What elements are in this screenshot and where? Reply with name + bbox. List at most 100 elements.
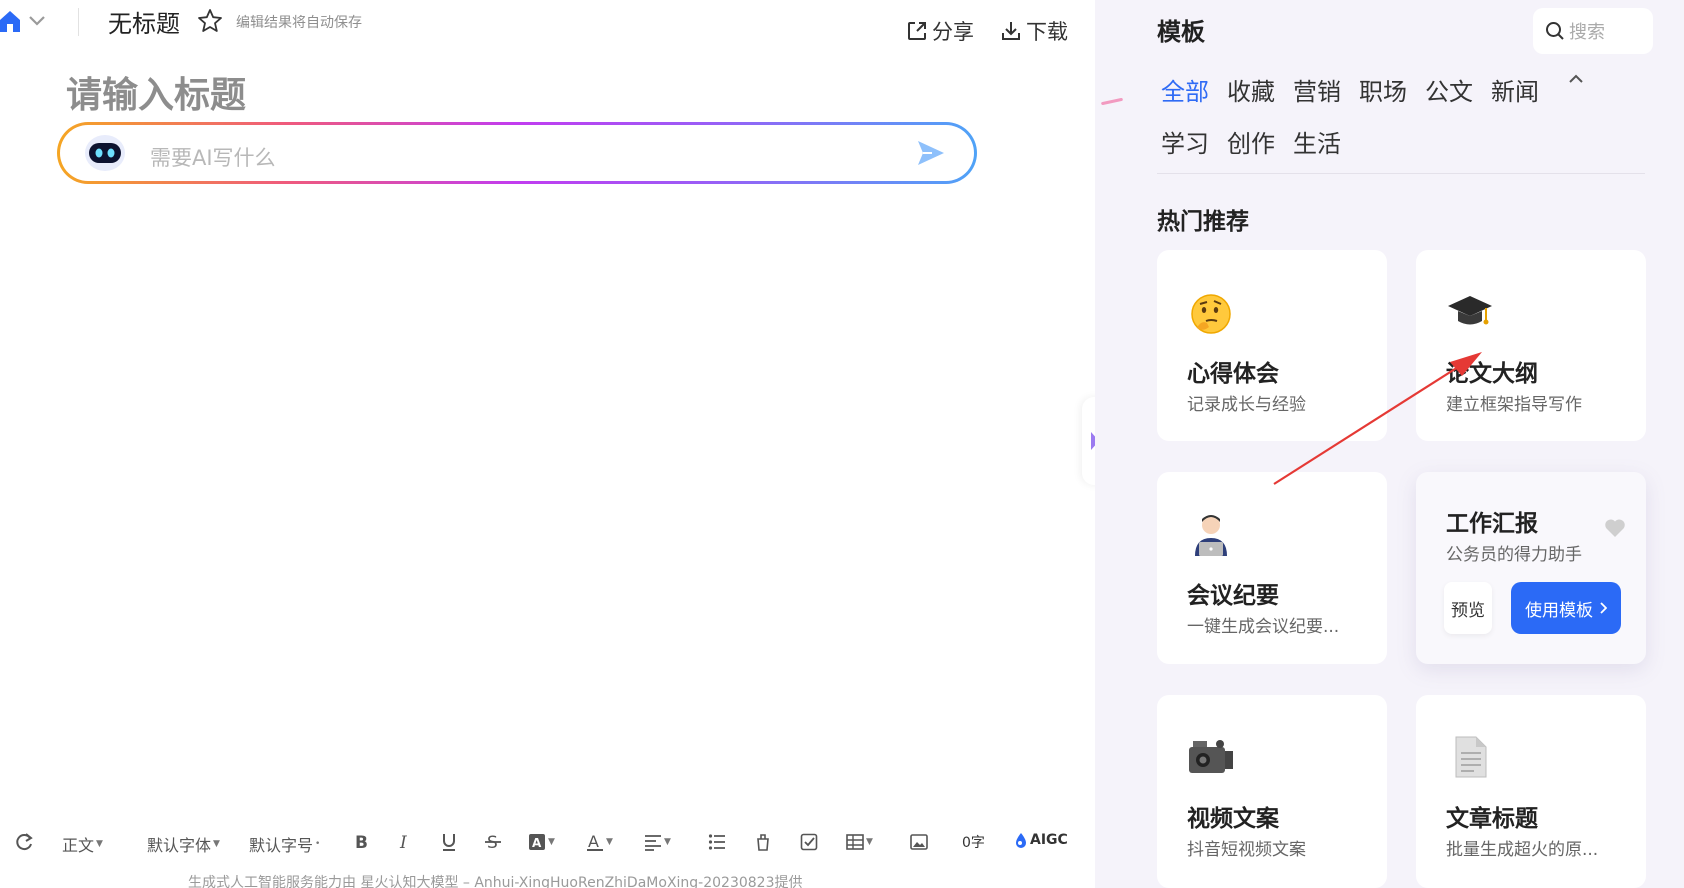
home-icon[interactable] (0, 10, 20, 32)
paragraph-style-label: 正文 (62, 836, 95, 855)
font-size-select[interactable]: 默认字号 • (249, 832, 320, 856)
bullet-list-button[interactable] (708, 832, 726, 852)
svg-text:B: B (355, 833, 368, 852)
italic-button[interactable]: I (396, 832, 414, 852)
card-desc: 批量生成超火的原... (1446, 840, 1599, 860)
tab-favorites[interactable]: 收藏 (1227, 72, 1275, 107)
tab-official-docs[interactable]: 公文 (1425, 72, 1473, 107)
svg-text:A: A (532, 836, 542, 850)
checkbox-icon (800, 833, 818, 851)
eraser-icon (757, 834, 769, 851)
document-name[interactable]: 无标题 (108, 4, 180, 39)
card-desc: 记录成长与经验 (1187, 395, 1306, 415)
bold-button[interactable]: B (352, 832, 370, 852)
table-icon (846, 834, 864, 850)
card-desc: 抖音短视频文案 (1187, 840, 1306, 860)
strikethrough-icon: S (485, 833, 501, 852)
template-card-work-report[interactable]: 工作汇报 公务员的得力助手 预览 使用模板 (1416, 472, 1646, 664)
chevron-right-icon (1600, 602, 1607, 614)
paragraph-style-select[interactable]: 正文 ▼ (62, 832, 103, 856)
caret-down-icon: • (315, 839, 321, 849)
ai-prompt-box[interactable]: 需要AI写什么 (57, 122, 977, 184)
aigc-icon (1016, 833, 1026, 848)
template-card-meeting-minutes[interactable]: 会议纪要 一键生成会议纪要... (1157, 472, 1387, 664)
aigc-badge[interactable]: AIGC (1014, 832, 1068, 848)
download-button[interactable]: 下载 (1000, 16, 1068, 46)
font-family-select[interactable]: 默认字体 ▼ (147, 832, 220, 856)
card-title: 工作汇报 (1446, 511, 1538, 537)
template-card-reflection[interactable]: 心得体会 记录成长与经验 (1157, 250, 1387, 441)
tab-workplace[interactable]: 职场 (1359, 72, 1407, 107)
panel-title: 模板 (1157, 18, 1205, 46)
use-template-label: 使用模板 (1525, 600, 1593, 621)
align-button[interactable]: ▼ (644, 832, 671, 852)
ai-prompt-placeholder: 需要AI写什么 (150, 146, 276, 170)
caret-down-icon: ▼ (664, 837, 671, 847)
template-card-video-script[interactable]: 视频文案 抖音短视频文案 (1157, 695, 1387, 888)
caret-down-icon: ▼ (548, 837, 555, 847)
send-icon[interactable] (916, 139, 946, 167)
redo-button[interactable] (14, 832, 34, 852)
tab-news[interactable]: 新闻 (1491, 72, 1539, 107)
topbar-divider (78, 8, 79, 36)
underline-icon (443, 834, 455, 851)
bold-icon: B (355, 833, 368, 852)
align-left-icon (645, 835, 661, 851)
caret-down-icon: ▼ (213, 839, 220, 849)
font-color-icon: A (587, 832, 603, 851)
caret-down-icon: ▼ (606, 837, 613, 847)
robot-icon (85, 135, 125, 171)
word-count: 0字 (962, 835, 985, 851)
section-title: 热门推荐 (1157, 209, 1249, 235)
tab-creation[interactable]: 创作 (1227, 124, 1275, 159)
download-icon (1002, 22, 1020, 40)
redo-icon (16, 833, 33, 851)
highlight-color-button[interactable]: A ▼ (528, 832, 555, 852)
card-desc: 一键生成会议纪要... (1187, 617, 1340, 637)
preview-button[interactable]: 预览 (1444, 582, 1492, 634)
video-camera-icon (1189, 740, 1233, 773)
font-size-label: 默认字号 (249, 836, 314, 855)
editor-topbar: 无标题 编辑结果将自动保存 分享 下载 (0, 0, 1095, 44)
tab-marketing[interactable]: 营销 (1293, 72, 1341, 107)
underline-button[interactable] (440, 832, 458, 852)
insert-image-button[interactable] (910, 832, 928, 852)
share-button[interactable]: 分享 (906, 16, 974, 46)
font-family-label: 默认字体 (147, 836, 212, 855)
strikethrough-button[interactable]: S (484, 832, 502, 852)
active-tab-indicator (1100, 97, 1124, 106)
image-icon (910, 834, 928, 850)
download-label: 下载 (1026, 20, 1068, 44)
checkbox-button[interactable] (800, 832, 818, 852)
clear-format-button[interactable] (754, 832, 772, 852)
chevron-up-icon[interactable] (1565, 70, 1587, 90)
heart-icon[interactable] (1604, 518, 1626, 538)
share-icon (908, 22, 926, 40)
tab-all[interactable]: 全部 (1161, 72, 1209, 107)
star-icon[interactable] (197, 8, 223, 34)
card-title: 心得体会 (1187, 361, 1279, 387)
title-input[interactable]: 请输入标题 (66, 66, 246, 118)
tab-life[interactable]: 生活 (1293, 124, 1341, 159)
aigc-label: AIGC (1030, 832, 1068, 848)
card-desc: 建立框架指导写作 (1446, 395, 1582, 415)
technologist-icon (1195, 515, 1227, 556)
table-button[interactable]: ▼ (846, 832, 873, 852)
thinking-face-icon (1191, 294, 1231, 334)
card-title: 会议纪要 (1187, 583, 1279, 609)
template-search-input[interactable]: 搜索 (1533, 8, 1653, 54)
use-template-button[interactable]: 使用模板 (1511, 582, 1621, 634)
highlight-icon: A (529, 834, 545, 850)
tab-study[interactable]: 学习 (1161, 124, 1209, 159)
search-icon (1546, 22, 1564, 40)
chevron-down-icon[interactable] (28, 14, 46, 28)
document-icon (1455, 736, 1487, 778)
template-card-article-title[interactable]: 文章标题 批量生成超火的原... (1416, 695, 1646, 888)
font-color-button[interactable]: A ▼ (586, 832, 613, 852)
card-desc: 公务员的得力助手 (1446, 545, 1582, 565)
ai-prompt-inner: 需要AI写什么 (60, 125, 974, 181)
card-title: 视频文案 (1187, 806, 1279, 832)
template-card-thesis-outline[interactable]: 论文大纲 建立框架指导写作 (1416, 250, 1646, 441)
template-panel: 模板 搜索 全部 收藏 营销 职场 公文 新闻 学习 创作 生活 热门推荐 心得… (1095, 0, 1684, 888)
autosave-hint: 编辑结果将自动保存 (236, 15, 362, 31)
